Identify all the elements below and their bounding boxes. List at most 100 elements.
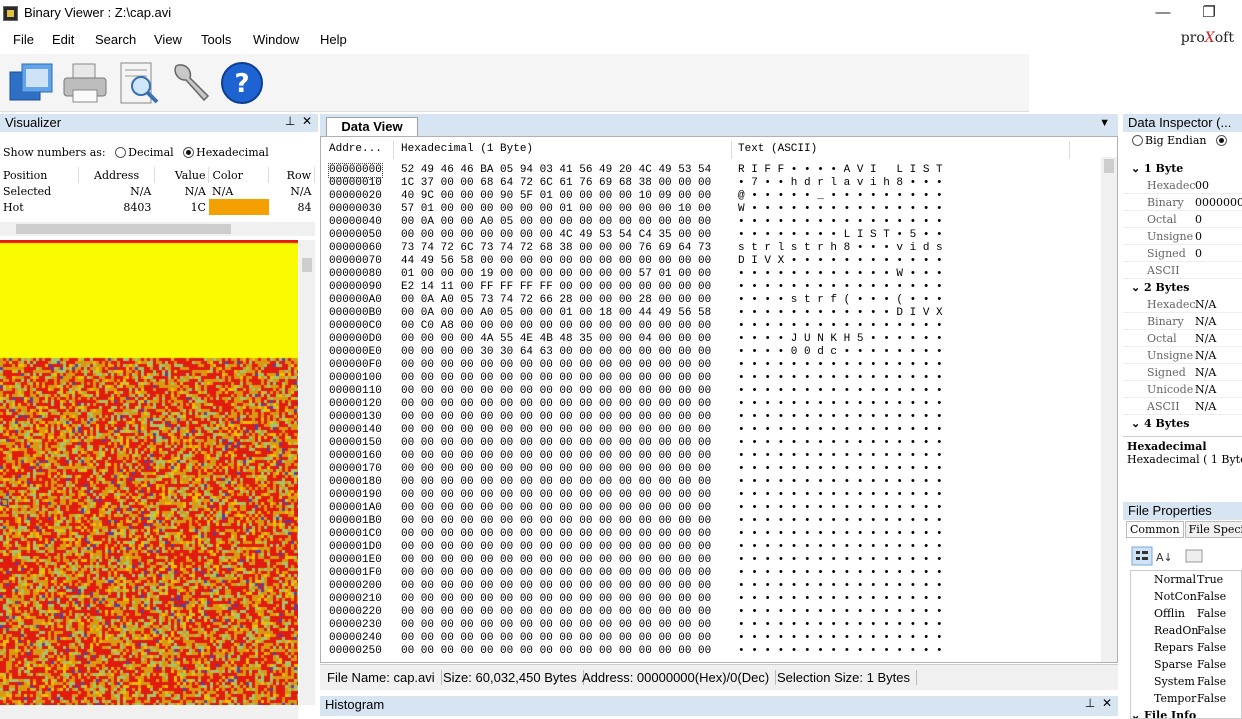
hexadecimal-radio[interactable] — [183, 147, 195, 158]
inspector-group[interactable]: ⌄ 2 Bytes — [1123, 279, 1242, 296]
hex-row[interactable]: 00000020 40 9C 00 00 00 90 5F 01 00 00 00… — [321, 190, 1101, 203]
tab-file-specific[interactable]: File Specifi — [1184, 521, 1242, 538]
hex-row[interactable]: 00000140 00 00 00 00 00 00 00 00 00 00 00… — [321, 424, 1101, 437]
hex-row[interactable]: 000000A0 00 0A A0 05 73 74 72 66 28 00 00… — [321, 294, 1101, 307]
preview-icon[interactable] — [115, 60, 163, 106]
menu-view[interactable]: View — [154, 32, 182, 47]
inspector-row[interactable]: Hexadec 00 — [1123, 177, 1242, 194]
menu-edit[interactable]: Edit — [52, 32, 74, 47]
menu-file[interactable]: File — [13, 32, 34, 47]
header-hex[interactable]: Hexadecimal (1 Byte) — [401, 143, 533, 155]
hex-row[interactable]: 000000C0 00 C0 A8 00 00 00 00 00 00 00 00… — [321, 320, 1101, 333]
visualizer-table-hscroll[interactable] — [0, 222, 315, 236]
hex-row[interactable]: 00000210 00 00 00 00 00 00 00 00 00 00 00… — [321, 593, 1101, 606]
inspector-row[interactable]: Signed N/A — [1123, 364, 1242, 381]
hex-row[interactable]: 00000190 00 00 00 00 00 00 00 00 00 00 00… — [321, 489, 1101, 502]
hex-row[interactable]: 000000D0 00 00 00 00 4A 55 4E 4B 48 35 00… — [321, 333, 1101, 346]
property-group[interactable]: ⌄ File Info — [1131, 707, 1241, 718]
hex-row[interactable]: 00000150 00 00 00 00 00 00 00 00 00 00 00… — [321, 437, 1101, 450]
visualizer-hscroll[interactable] — [0, 705, 298, 719]
hex-row[interactable]: 000000F0 00 00 00 00 00 00 00 00 00 00 00… — [321, 359, 1101, 372]
hex-row[interactable]: 00000000 52 49 46 46 BA 05 94 03 41 56 49… — [321, 163, 1101, 178]
hex-row[interactable]: 00000050 00 00 00 00 00 00 00 00 4C 49 53… — [321, 229, 1101, 242]
visualizer-close-button[interactable]: ✕ — [302, 114, 312, 128]
minimize-button[interactable]: — — [1140, 2, 1186, 24]
header-text[interactable]: Text (ASCII) — [738, 143, 817, 155]
menu-help[interactable]: Help — [320, 32, 347, 47]
property-row[interactable]: NotCon False — [1131, 588, 1241, 605]
settings-wrench-icon[interactable] — [166, 60, 214, 106]
hex-row[interactable]: 00000010 1C 37 00 00 68 64 72 6C 61 76 69… — [321, 177, 1101, 190]
col-color[interactable]: Color — [208, 167, 270, 183]
inspector-row[interactable]: Octal N/A — [1123, 330, 1242, 347]
inspector-row[interactable]: Octal 0 — [1123, 211, 1242, 228]
inspector-row[interactable]: Unsigne N/A — [1123, 347, 1242, 364]
col-address[interactable]: Address — [78, 167, 155, 183]
menu-window[interactable]: Window — [253, 32, 299, 47]
property-row[interactable]: Tempor False — [1131, 690, 1241, 707]
hex-row[interactable]: 00000100 00 00 00 00 00 00 00 00 00 00 00… — [321, 372, 1101, 385]
hex-row[interactable]: 000001E0 00 00 00 00 00 00 00 00 00 00 00… — [321, 554, 1101, 567]
hex-row[interactable]: 00000060 73 74 72 6C 73 74 72 68 38 00 00… — [321, 242, 1101, 255]
inspector-row[interactable]: Binary N/A — [1123, 313, 1242, 330]
dataview-vscroll[interactable] — [1101, 157, 1117, 662]
tab-common[interactable]: Common — [1126, 521, 1184, 538]
pin-icon[interactable]: ⊥ — [285, 114, 295, 128]
inspector-row[interactable]: ASCII — [1123, 262, 1242, 279]
property-row[interactable]: Offlin False — [1131, 605, 1241, 622]
inspector-row[interactable]: ASCII N/A — [1123, 398, 1242, 415]
pin-icon[interactable]: ⊥ — [1085, 696, 1095, 710]
hex-row[interactable]: 000000E0 00 00 00 00 30 30 64 63 00 00 00… — [321, 346, 1101, 359]
inspector-row[interactable]: Signed 0 — [1123, 245, 1242, 262]
inspector-group[interactable]: ⌄ 1 Byte — [1123, 160, 1242, 177]
little-endian-radio[interactable] — [1215, 135, 1227, 146]
help-icon[interactable]: ? — [219, 60, 267, 106]
open-icon[interactable] — [8, 60, 56, 106]
hex-row[interactable]: 000001B0 00 00 00 00 00 00 00 00 00 00 00… — [321, 515, 1101, 528]
hex-row[interactable]: 00000120 00 00 00 00 00 00 00 00 00 00 00… — [321, 398, 1101, 411]
byte-visualization-canvas[interactable] — [0, 240, 298, 705]
hex-row[interactable]: 000001F0 00 00 00 00 00 00 00 00 00 00 00… — [321, 567, 1101, 580]
menu-tools[interactable]: Tools — [201, 32, 231, 47]
header-address[interactable]: Addre... — [329, 143, 382, 155]
big-endian-radio[interactable] — [1132, 135, 1143, 146]
decimal-radio[interactable] — [115, 147, 127, 158]
menu-search[interactable]: Search — [95, 32, 136, 47]
inspector-row[interactable]: Binary 00000000 — [1123, 194, 1242, 211]
inspector-row[interactable]: Unicode N/A — [1123, 381, 1242, 398]
hex-row[interactable]: 00000110 00 00 00 00 00 00 00 00 00 00 00… — [321, 385, 1101, 398]
hex-row[interactable]: 00000200 00 00 00 00 00 00 00 00 00 00 00… — [321, 580, 1101, 593]
inspector-row[interactable]: Unsigne 0 — [1123, 228, 1242, 245]
restore-button[interactable]: ❐ — [1186, 2, 1232, 24]
inspector-row[interactable]: Hexadec N/A — [1123, 296, 1242, 313]
hex-row[interactable]: 00000070 44 49 56 58 00 00 00 00 00 00 00… — [321, 255, 1101, 268]
hex-row[interactable]: 00000030 57 01 00 00 00 00 00 00 01 00 00… — [321, 203, 1101, 216]
print-icon[interactable] — [61, 60, 109, 106]
property-row[interactable]: Normal True — [1131, 571, 1241, 588]
col-value[interactable]: Value — [154, 167, 210, 183]
hex-row[interactable]: 000001C0 00 00 00 00 00 00 00 00 00 00 00… — [321, 528, 1101, 541]
visualizer-vscroll[interactable] — [299, 240, 315, 705]
hex-row[interactable]: 00000220 00 00 00 00 00 00 00 00 00 00 00… — [321, 606, 1101, 619]
hex-row[interactable]: 00000250 00 00 00 00 00 00 00 00 00 00 00… — [321, 645, 1101, 658]
hex-row[interactable]: 00000040 00 0A 00 00 A0 05 00 00 00 00 00… — [321, 216, 1101, 229]
col-row[interactable]: Row — [268, 167, 315, 183]
hex-row[interactable]: 000001A0 00 00 00 00 00 00 00 00 00 00 00… — [321, 502, 1101, 515]
hex-data-view[interactable]: Addre... Hexadecimal (1 Byte) Text (ASCI… — [320, 136, 1118, 663]
chevron-down-icon[interactable]: ▼ — [1099, 117, 1110, 129]
hex-row[interactable]: 00000080 01 00 00 00 19 00 00 00 00 00 00… — [321, 268, 1101, 281]
hex-row[interactable]: 000000B0 00 0A 00 00 A0 05 00 00 01 00 18… — [321, 307, 1101, 320]
property-row[interactable]: System False — [1131, 673, 1241, 690]
hex-row[interactable]: 000001D0 00 00 00 00 00 00 00 00 00 00 00… — [321, 541, 1101, 554]
property-row[interactable]: ReadOn False — [1131, 622, 1241, 639]
hex-row[interactable]: 00000230 00 00 00 00 00 00 00 00 00 00 00… — [321, 619, 1101, 632]
property-row[interactable]: Repars False — [1131, 639, 1241, 656]
hex-row[interactable]: 00000180 00 00 00 00 00 00 00 00 00 00 00… — [321, 476, 1101, 489]
property-row[interactable]: Sparse False — [1131, 656, 1241, 673]
col-position[interactable]: Position — [0, 167, 80, 183]
hex-row[interactable]: 00000240 00 00 00 00 00 00 00 00 00 00 00… — [321, 632, 1101, 645]
hex-row[interactable]: 00000170 00 00 00 00 00 00 00 00 00 00 00… — [321, 463, 1101, 476]
inspector-group[interactable]: ⌄ 4 Bytes — [1123, 415, 1242, 432]
tab-data-view[interactable]: Data View — [326, 117, 418, 136]
hex-row[interactable]: 00000090 E2 14 11 00 FF FF FF FF 00 00 00… — [321, 281, 1101, 294]
